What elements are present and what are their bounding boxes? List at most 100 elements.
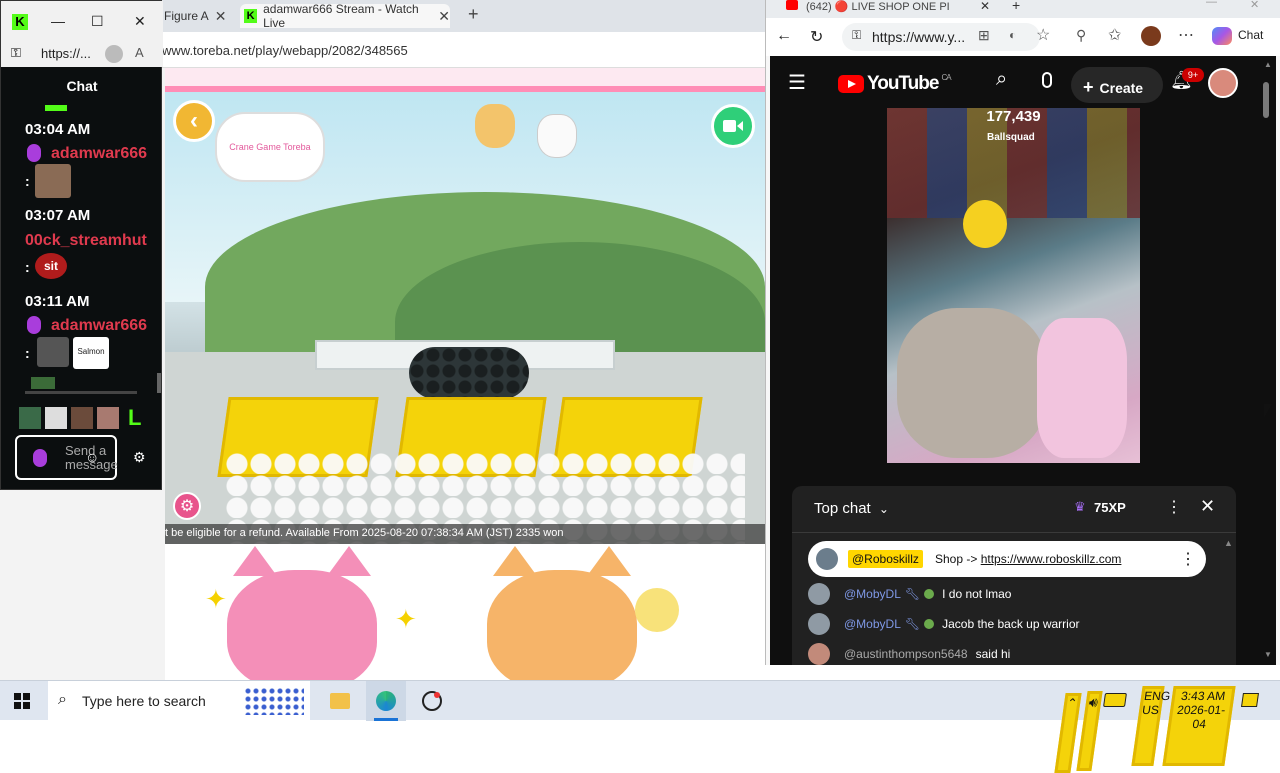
- chat-username[interactable]: adamwar666: [51, 145, 147, 163]
- profile-avatar[interactable]: [1141, 26, 1161, 46]
- avatar: [816, 548, 838, 570]
- notification-badge: 9+: [1182, 68, 1204, 82]
- gear-icon[interactable]: ⚙: [133, 449, 146, 466]
- cat-emote: [35, 164, 71, 198]
- more-options-icon[interactable]: ⋮: [1180, 549, 1196, 569]
- keyboard-icon[interactable]: [1103, 693, 1127, 707]
- chat-mode-label: Top chat: [814, 500, 871, 517]
- tracking-prevention-icon[interactable]: ◐: [1009, 28, 1016, 42]
- volume-icon[interactable]: 🔊︎: [1076, 691, 1103, 771]
- back-button[interactable]: ‹: [173, 100, 215, 142]
- file-explorer-icon[interactable]: [330, 693, 350, 709]
- chat-message-input[interactable]: Send a message: [15, 435, 118, 480]
- tab-kick-stream[interactable]: K adamwar666 Stream - Watch Live ✕: [240, 2, 450, 30]
- chat-username[interactable]: 00ck_streamhut: [25, 232, 147, 250]
- more-options-icon[interactable]: ⋮: [1166, 497, 1182, 517]
- kick-chat-popup: K — ☐ ✕ https://... ⚿ A Chat 03:04 AM ad…: [0, 0, 163, 490]
- create-label: Create: [1099, 80, 1144, 96]
- menu-icon[interactable]: ☰: [788, 70, 806, 95]
- address-bar[interactable]: www.toreba.net/play/webapp/2082/348565: [160, 32, 765, 68]
- close-icon[interactable]: ✕: [215, 8, 227, 25]
- camera-switch-button[interactable]: [711, 104, 755, 148]
- scroll-up-icon[interactable]: ▲: [1224, 538, 1234, 548]
- tab-label: adamwar666 Stream - Watch Live: [263, 2, 419, 30]
- chat-username[interactable]: adamwar666: [51, 317, 147, 335]
- emote-button[interactable]: [19, 407, 41, 429]
- new-tab-button[interactable]: +: [1012, 0, 1020, 13]
- sticker-emote: [37, 337, 69, 367]
- copilot-icon: [1212, 27, 1232, 45]
- plus-icon: +: [1083, 77, 1094, 97]
- search-highlight-art: [244, 687, 304, 715]
- close-button[interactable]: ✕: [134, 13, 146, 30]
- notification-center-icon[interactable]: [1241, 693, 1259, 707]
- account-avatar[interactable]: [1208, 68, 1238, 98]
- scroll-up-icon[interactable]: ▲: [1264, 60, 1272, 69]
- tab-figure[interactable]: Figure A ✕: [164, 4, 238, 28]
- app-available-icon[interactable]: ⊞: [978, 27, 990, 44]
- more-menu-icon[interactable]: ⋯: [1178, 25, 1194, 45]
- new-tab-button[interactable]: +: [468, 4, 479, 25]
- chat-username[interactable]: @MobyDL: [844, 617, 901, 631]
- settings-button[interactable]: ⚙: [173, 492, 201, 520]
- recording-dot: [434, 692, 440, 698]
- clock[interactable]: 3:43 AM 2026-01-04: [1162, 686, 1236, 766]
- refresh-icon[interactable]: ↻: [810, 27, 823, 47]
- chat-scrollbar[interactable]: [25, 391, 137, 394]
- live-chat-panel: Top chat ⌄ ♛ 75XP ⋮ ✕ @Roboskillz Shop -…: [792, 486, 1236, 665]
- chat-scroll-thumb[interactable]: [157, 373, 161, 393]
- pinned-username[interactable]: @Roboskillz: [848, 550, 923, 568]
- pinned-link[interactable]: https://www.roboskillz.com: [981, 552, 1122, 566]
- minimize-button[interactable]: —: [1206, 0, 1217, 8]
- read-aloud-icon[interactable]: A: [135, 45, 144, 60]
- close-icon[interactable]: ✕: [980, 0, 990, 13]
- microphone-icon[interactable]: [1042, 72, 1052, 88]
- close-icon[interactable]: ✕: [438, 8, 450, 25]
- chat-username[interactable]: @austinthompson5648: [844, 647, 968, 661]
- top-chat-dropdown[interactable]: Top chat ⌄: [814, 500, 889, 517]
- emote-button[interactable]: [71, 407, 93, 429]
- emoji-icon[interactable]: ☺: [85, 449, 99, 465]
- favorite-star-icon[interactable]: ☆: [1036, 25, 1050, 45]
- tracking-prevention-icon[interactable]: [105, 45, 123, 63]
- emote-fragment: [45, 105, 67, 111]
- xp-counter[interactable]: 75XP: [1094, 500, 1126, 515]
- kick-logo-icon: K: [244, 9, 258, 23]
- minimize-button[interactable]: —: [51, 13, 65, 29]
- page-scrollbar-thumb[interactable]: [1263, 82, 1269, 118]
- chat-header: Chat: [66, 78, 98, 94]
- taskbar-edge-active[interactable]: [366, 681, 406, 721]
- avatar: [808, 643, 830, 665]
- close-button[interactable]: ✕: [1250, 0, 1259, 11]
- tab-strip: (642) 🔴 LIVE SHOP ONE PI ✕ + — ✕: [766, 0, 1280, 18]
- youtube-browser-window: (642) 🔴 LIVE SHOP ONE PI ✕ + — ✕ ← ↻ htt…: [765, 0, 1280, 665]
- avatar: [808, 613, 830, 635]
- input-language[interactable]: ENG US: [1131, 686, 1171, 766]
- crane-game-stream[interactable]: Crane Game Toreba ‹ ⚙ t be eligible for …: [165, 92, 765, 544]
- streamer-tag: Ballsquad: [987, 132, 1035, 143]
- windows-start-button[interactable]: [14, 693, 30, 714]
- clock-time: 3:43 AM: [1180, 689, 1227, 703]
- tab-label[interactable]: (642) 🔴 LIVE SHOP ONE PI: [806, 0, 956, 13]
- youtube-page: ☰ YouTube CA ⌕ + Create 🔔︎ 9+ 177,439 Bal…: [770, 56, 1276, 665]
- back-icon[interactable]: ←: [776, 27, 792, 45]
- site-info-icon[interactable]: ⚿: [11, 45, 21, 61]
- pikachu-figure: [963, 200, 1007, 248]
- emote-button[interactable]: L: [128, 405, 141, 431]
- create-button[interactable]: + Create: [1071, 67, 1163, 103]
- close-icon[interactable]: ✕: [1200, 496, 1215, 517]
- chat-username[interactable]: @MobyDL: [844, 587, 901, 601]
- copilot-chat-button[interactable]: Chat: [1238, 28, 1263, 42]
- message-time: 03:07 AM: [25, 207, 91, 224]
- live-video-player[interactable]: 177,439 Ballsquad: [887, 108, 1140, 463]
- scroll-down-icon[interactable]: ▼: [1264, 650, 1272, 659]
- emote-button[interactable]: [45, 407, 67, 429]
- youtube-logo[interactable]: YouTube CA: [838, 73, 952, 95]
- extensions-icon[interactable]: ⚲: [1076, 27, 1086, 44]
- sparkle-icon: ✦: [205, 584, 227, 614]
- gear-icon: ⚙: [179, 498, 195, 515]
- search-icon[interactable]: ⌕: [996, 68, 1007, 91]
- maximize-button[interactable]: ☐: [91, 13, 104, 30]
- emote-button[interactable]: [97, 407, 119, 429]
- favorites-icon[interactable]: ✩: [1108, 25, 1121, 45]
